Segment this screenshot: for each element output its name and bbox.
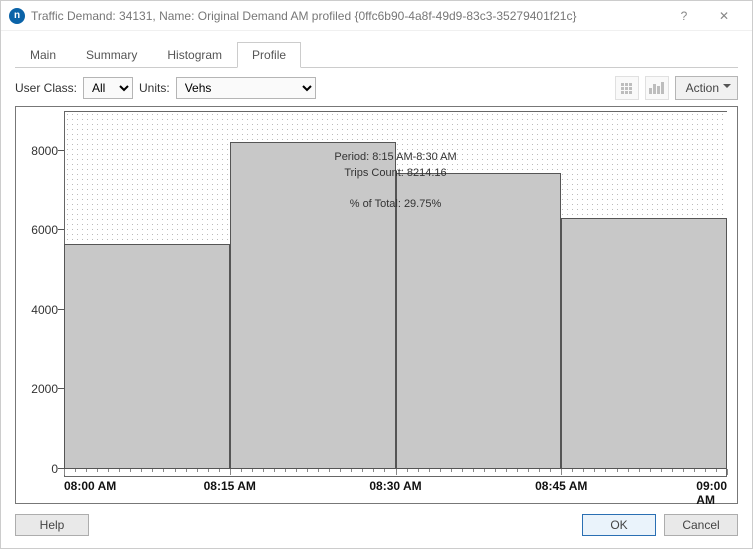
chart-bar[interactable]: [561, 218, 727, 469]
plot-area: 0200040006000800008:00 AM08:15 AM08:30 A…: [64, 111, 727, 469]
chart-bar[interactable]: [230, 142, 396, 469]
tab-histogram[interactable]: Histogram: [152, 42, 237, 68]
titlebar: n Traffic Demand: 34131, Name: Original …: [1, 1, 752, 31]
app-icon: n: [9, 8, 25, 24]
action-menu-label: Action: [686, 81, 719, 95]
grid-icon: [621, 83, 632, 94]
chart-bar[interactable]: [64, 244, 230, 469]
tab-bar: Main Summary Histogram Profile: [15, 41, 738, 68]
view-grid-button: [615, 76, 639, 100]
chart-bar[interactable]: [396, 173, 562, 469]
y-tick-label: 8000: [30, 144, 64, 158]
toolbar: User Class: All Units: Vehs Action: [15, 76, 738, 100]
x-tick-label: 09:00 AM: [696, 469, 727, 507]
close-icon: ✕: [719, 9, 729, 23]
titlebar-help-button[interactable]: ?: [664, 1, 704, 31]
y-tick-label: 2000: [30, 382, 64, 396]
question-icon: ?: [681, 9, 688, 23]
help-button[interactable]: Help: [15, 514, 89, 536]
user-class-label: User Class:: [15, 81, 77, 95]
titlebar-close-button[interactable]: ✕: [704, 1, 744, 31]
dialog-footer: Help OK Cancel: [15, 504, 738, 536]
y-tick-label: 6000: [30, 223, 64, 237]
units-select[interactable]: Vehs: [176, 77, 316, 99]
view-bars-button: [645, 76, 669, 100]
dialog-window: n Traffic Demand: 34131, Name: Original …: [0, 0, 753, 549]
ok-button[interactable]: OK: [582, 514, 656, 536]
units-label: Units:: [139, 81, 170, 95]
cancel-button[interactable]: Cancel: [664, 514, 738, 536]
tab-summary[interactable]: Summary: [71, 42, 152, 68]
y-tick-label: 4000: [30, 303, 64, 317]
tab-profile[interactable]: Profile: [237, 42, 301, 68]
dialog-content: Main Summary Histogram Profile User Clas…: [1, 31, 752, 548]
bars-icon: [649, 82, 664, 94]
tab-main[interactable]: Main: [15, 42, 71, 68]
user-class-select[interactable]: All: [83, 77, 133, 99]
action-menu-button[interactable]: Action: [675, 76, 738, 100]
x-tick-label: 08:00 AM: [64, 469, 116, 493]
y-tick-label: 0: [30, 462, 64, 476]
window-title: Traffic Demand: 34131, Name: Original De…: [31, 9, 664, 23]
chart-frame: 0200040006000800008:00 AM08:15 AM08:30 A…: [15, 106, 738, 504]
